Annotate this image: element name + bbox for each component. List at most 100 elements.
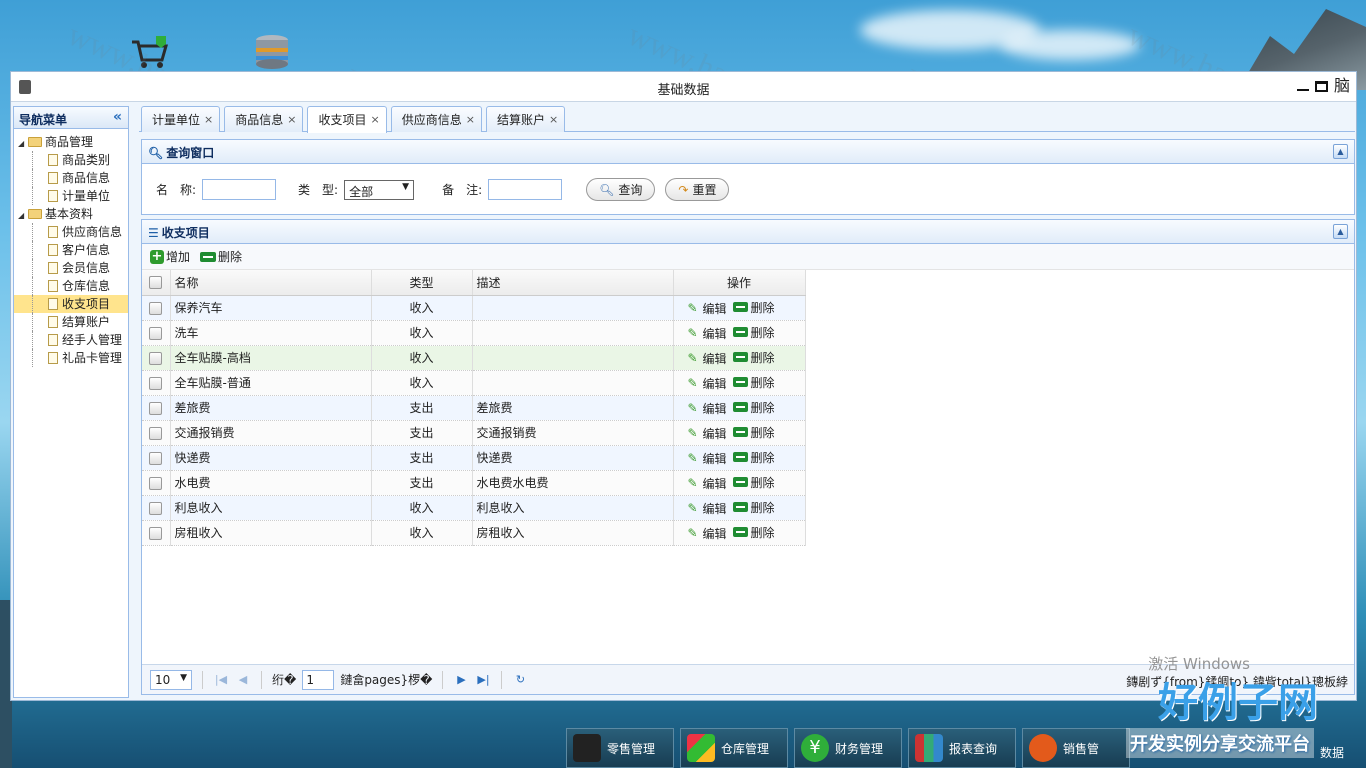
taskbar-warehouse[interactable]: 仓库管理 xyxy=(680,728,788,768)
col-header-type[interactable]: 类型 xyxy=(371,270,473,296)
row-delete-link[interactable]: 删除 xyxy=(732,399,775,416)
collapse-icon[interactable]: « xyxy=(113,109,122,125)
maximize-button[interactable] xyxy=(1315,80,1328,92)
row-checkbox[interactable] xyxy=(149,326,163,340)
table-row[interactable]: 利息收入 收入 利息收入 ✎ 编辑 删除 xyxy=(142,495,806,521)
col-header-desc[interactable]: 描述 xyxy=(472,270,674,296)
panel-collapse-icon[interactable]: ▲ xyxy=(1333,224,1348,239)
tree-item[interactable]: 供应商信息 xyxy=(14,223,128,241)
table-row[interactable]: 保养汽车 收入 ✎ 编辑 删除 xyxy=(142,295,806,321)
row-select-cell[interactable] xyxy=(142,520,171,546)
prev-page-icon[interactable]: ◀ xyxy=(235,673,251,686)
page-number-input[interactable]: 1 xyxy=(302,669,335,690)
table-row[interactable]: 水电费 支出 水电费水电费 ✎ 编辑 删除 xyxy=(142,470,806,496)
row-checkbox[interactable] xyxy=(149,426,163,440)
row-checkbox[interactable] xyxy=(149,301,163,315)
tree-item[interactable]: 结算账户 xyxy=(14,313,128,331)
edit-link[interactable]: ✎ 编辑 xyxy=(688,350,727,367)
row-checkbox[interactable] xyxy=(149,501,163,515)
row-select-cell[interactable] xyxy=(142,395,171,421)
tree-item-selected[interactable]: 收支项目 xyxy=(14,295,128,313)
tree-item[interactable]: 经手人管理 xyxy=(14,331,128,349)
tree-item[interactable]: 商品信息 xyxy=(14,169,128,187)
row-delete-link[interactable]: 删除 xyxy=(732,324,775,341)
row-delete-link[interactable]: 删除 xyxy=(732,499,775,516)
tree-item[interactable]: 礼品卡管理 xyxy=(14,349,128,367)
row-delete-link[interactable]: 删除 xyxy=(732,474,775,491)
edit-link[interactable]: ✎ 编辑 xyxy=(688,375,727,392)
tab-account[interactable]: 结算账户 × xyxy=(485,106,566,132)
last-page-icon[interactable]: ▶| xyxy=(475,673,491,686)
edit-link[interactable]: ✎ 编辑 xyxy=(688,450,727,467)
table-row[interactable]: 全车贴膜-普通 收入 ✎ 编辑 删除 xyxy=(142,370,806,396)
taskbar-finance[interactable]: ¥ 财务管理 xyxy=(794,728,902,768)
name-input[interactable] xyxy=(202,179,277,200)
tree-item[interactable]: 商品类别 xyxy=(14,151,128,169)
select-all-checkbox[interactable] xyxy=(149,276,163,290)
row-checkbox[interactable] xyxy=(149,351,163,365)
page-size-select[interactable]: 10 ▼ xyxy=(150,669,192,690)
row-delete-link[interactable]: 删除 xyxy=(732,449,775,466)
table-row[interactable]: 洗车 收入 ✎ 编辑 删除 xyxy=(142,320,806,346)
select-all-cell[interactable] xyxy=(142,270,171,296)
table-row[interactable]: 差旅费 支出 差旅费 ✎ 编辑 删除 xyxy=(142,395,806,421)
tab-supplier[interactable]: 供应商信息 × xyxy=(390,106,482,132)
table-row[interactable]: 房租收入 收入 房租收入 ✎ 编辑 删除 xyxy=(142,520,806,546)
shopping-cart-icon[interactable] xyxy=(130,34,170,70)
tree-item[interactable]: 会员信息 xyxy=(14,259,128,277)
tree-item[interactable]: 客户信息 xyxy=(14,241,128,259)
taskbar-report[interactable]: 报表查询 xyxy=(908,728,1016,768)
taskbar-retail[interactable]: 零售管理 xyxy=(566,728,674,768)
table-row[interactable]: 快递费 支出 快递费 ✎ 编辑 删除 xyxy=(142,445,806,471)
search-button[interactable]: 🔍︎ 查询 xyxy=(586,178,656,201)
edit-link[interactable]: ✎ 编辑 xyxy=(688,425,727,442)
tree-item[interactable]: 仓库信息 xyxy=(14,277,128,295)
row-checkbox[interactable] xyxy=(149,451,163,465)
delete-button[interactable]: 删除 xyxy=(200,248,242,265)
close-icon[interactable]: × xyxy=(204,108,213,132)
edit-link[interactable]: ✎ 编辑 xyxy=(688,400,727,417)
note-input[interactable] xyxy=(488,179,563,200)
next-page-icon[interactable]: ▶ xyxy=(453,673,469,686)
row-select-cell[interactable] xyxy=(142,420,171,446)
tree-item[interactable]: 计量单位 xyxy=(14,187,128,205)
edit-link[interactable]: ✎ 编辑 xyxy=(688,300,727,317)
type-select[interactable]: 全部 ▼ xyxy=(344,179,415,200)
edit-link[interactable]: ✎ 编辑 xyxy=(688,325,727,342)
title-bar[interactable]: 基础数据 脑 xyxy=(11,72,1356,102)
tab-income-expense[interactable]: 收支项目 × xyxy=(307,106,387,133)
row-delete-link[interactable]: 删除 xyxy=(732,424,775,441)
close-icon[interactable]: × xyxy=(287,108,296,132)
row-select-cell[interactable] xyxy=(142,320,171,346)
edit-link[interactable]: ✎ 编辑 xyxy=(688,500,727,517)
col-header-name[interactable]: 名称 xyxy=(170,270,372,296)
row-checkbox[interactable] xyxy=(149,401,163,415)
row-delete-link[interactable]: 删除 xyxy=(732,299,775,316)
reset-button[interactable]: ↷ 重置 xyxy=(665,178,730,201)
tab-unit[interactable]: 计量单位 × xyxy=(141,106,221,132)
refresh-icon[interactable]: ↻ xyxy=(512,673,528,686)
tab-goods[interactable]: 商品信息 × xyxy=(224,106,304,132)
close-icon[interactable]: × xyxy=(370,108,379,132)
minimize-button[interactable] xyxy=(1297,81,1309,91)
row-select-cell[interactable] xyxy=(142,445,171,471)
tree-group-goods[interactable]: ◢ 商品管理 xyxy=(14,133,128,151)
row-delete-link[interactable]: 删除 xyxy=(732,349,775,366)
close-icon[interactable]: × xyxy=(466,108,475,132)
tree-group-basic[interactable]: ◢ 基本资料 xyxy=(14,205,128,223)
first-page-icon[interactable]: |◀ xyxy=(213,673,229,686)
row-select-cell[interactable] xyxy=(142,295,171,321)
row-checkbox[interactable] xyxy=(149,526,163,540)
close-button[interactable]: 脑 xyxy=(1334,76,1350,96)
row-select-cell[interactable] xyxy=(142,495,171,521)
row-select-cell[interactable] xyxy=(142,345,171,371)
row-select-cell[interactable] xyxy=(142,470,171,496)
edit-link[interactable]: ✎ 编辑 xyxy=(688,475,727,492)
taskbar-sales[interactable]: 销售管 xyxy=(1022,728,1130,768)
panel-collapse-icon[interactable]: ▲ xyxy=(1333,144,1348,159)
row-checkbox[interactable] xyxy=(149,476,163,490)
close-icon[interactable]: × xyxy=(549,108,558,132)
add-button[interactable]: + 增加 xyxy=(150,248,190,265)
row-select-cell[interactable] xyxy=(142,370,171,396)
table-row[interactable]: 全车贴膜-高档 收入 ✎ 编辑 删除 xyxy=(142,345,806,371)
